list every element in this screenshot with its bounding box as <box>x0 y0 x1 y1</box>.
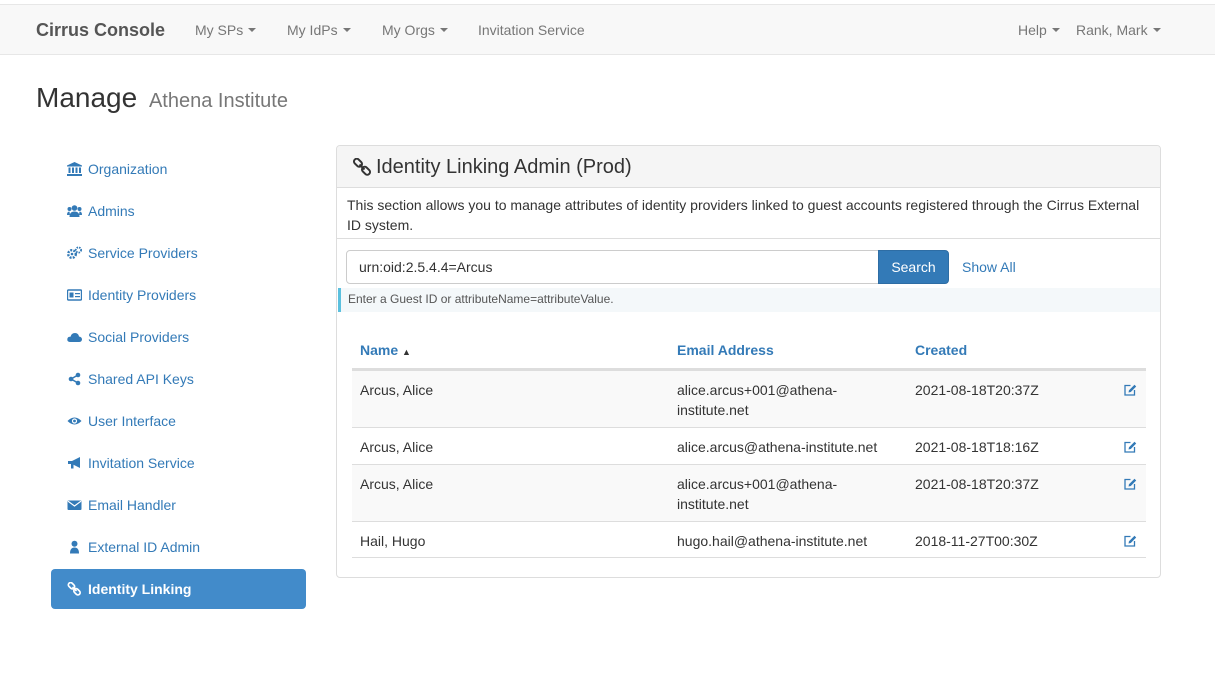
sidebar-item-label: Social Providers <box>88 329 190 345</box>
cell-created: 2021-08-18T18:16Z <box>915 439 1039 455</box>
table-row: Hail, Hugo hugo.hail@athena-institute.ne… <box>352 521 1146 558</box>
sidebar-item-label: External ID Admin <box>88 539 201 555</box>
sidebar-item-label: Service Providers <box>88 245 198 261</box>
sidebar-item-label: Email Handler <box>88 497 176 513</box>
bank-icon <box>67 162 82 176</box>
link-icon <box>352 157 372 179</box>
brand-link[interactable]: Cirrus Console <box>36 20 165 41</box>
cell-created: 2018-11-27T00:30Z <box>915 533 1038 549</box>
sidebar-item-user-interface[interactable]: User Interface <box>51 401 306 441</box>
column-header-name-label: Name <box>360 342 399 358</box>
nav-my-sps-label: My SPs <box>195 22 244 38</box>
table-row: Arcus, Alice alice.arcus+001@athena-inst… <box>352 370 1146 427</box>
eye-icon <box>67 414 82 428</box>
caret-down-icon <box>1051 28 1060 33</box>
sidebar-item-label: Shared API Keys <box>88 371 194 387</box>
sidebar-item-organization[interactable]: Organization <box>51 149 306 189</box>
caret-down-icon <box>342 28 351 33</box>
sidebar-item-shared-api-keys[interactable]: Shared API Keys <box>51 359 306 399</box>
panel-heading: Identity Linking Admin (Prod) <box>337 146 1160 188</box>
caret-down-icon <box>1152 28 1161 33</box>
sidebar-item-label: Admins <box>88 203 135 219</box>
cell-email: alice.arcus@athena-institute.net <box>677 437 877 457</box>
edit-icon[interactable] <box>1124 534 1137 550</box>
sidebar-item-label: Invitation Service <box>88 455 195 471</box>
sort-ascending-icon: ▲ <box>402 347 411 357</box>
search-button[interactable]: Search <box>878 250 949 284</box>
cell-email-line: hugo.hail@athena-institute.net <box>677 533 868 549</box>
sidebar-item-admins[interactable]: Admins <box>51 191 306 231</box>
panel-title: Identity Linking Admin (Prod) <box>376 156 632 178</box>
cell-email: alice.arcus+001@athena-institute.net <box>677 380 837 420</box>
edit-icon[interactable] <box>1124 477 1137 493</box>
nav-user-name: Rank, Mark <box>1076 22 1148 38</box>
cell-email-line: alice.arcus@athena-institute.net <box>677 439 878 455</box>
cell-name: Arcus, Alice <box>360 439 434 455</box>
edit-icon[interactable] <box>1124 383 1137 399</box>
cell-created: 2021-08-18T20:37Z <box>915 382 1039 398</box>
nav-help-label: Help <box>1018 22 1047 38</box>
caret-down-icon <box>439 28 448 33</box>
user-icon <box>67 540 82 554</box>
column-header-created[interactable]: Created <box>915 342 967 358</box>
nav-my-sps[interactable]: My SPs <box>195 22 257 38</box>
cell-name: Arcus, Alice <box>360 476 434 492</box>
nav-invitation-service-label: Invitation Service <box>478 22 585 38</box>
column-header-name[interactable]: Name ▲ <box>360 342 411 358</box>
identity-linking-panel: Identity Linking Admin (Prod) This secti… <box>336 145 1161 578</box>
id-card-icon <box>67 288 82 302</box>
caret-down-icon <box>248 28 257 33</box>
table-row: Arcus, Alice alice.arcus@athena-institut… <box>352 427 1146 464</box>
cell-created: 2021-08-18T20:37Z <box>915 476 1039 492</box>
cell-email-line: alice.arcus+001@athena- <box>677 476 838 492</box>
cell-email-line: alice.arcus+001@athena- <box>677 382 838 398</box>
column-header-email[interactable]: Email Address <box>677 342 774 358</box>
users-icon <box>67 204 82 218</box>
cell-email: hugo.hail@athena-institute.net <box>677 531 867 551</box>
sidebar-item-label: Organization <box>88 161 168 177</box>
nav-user-menu[interactable]: Rank, Mark <box>1076 22 1161 38</box>
link-icon <box>67 582 82 596</box>
cell-email: alice.arcus+001@athena-institute.net <box>677 474 837 514</box>
edit-icon[interactable] <box>1124 440 1137 456</box>
nav-my-orgs-label: My Orgs <box>382 22 435 38</box>
sidebar-item-identity-providers[interactable]: Identity Providers <box>51 275 306 315</box>
envelope-icon <box>67 498 82 512</box>
nav-invitation-service[interactable]: Invitation Service <box>478 22 585 38</box>
bullhorn-icon <box>67 456 82 470</box>
table-row: Arcus, Alice alice.arcus+001@athena-inst… <box>352 464 1146 521</box>
sidebar-item-service-providers[interactable]: Service Providers <box>51 233 306 273</box>
sidebar-item-invitation-service[interactable]: Invitation Service <box>51 443 306 483</box>
nav-my-idps[interactable]: My IdPs <box>287 22 351 38</box>
sidebar-item-identity-linking[interactable]: Identity Linking <box>51 569 306 609</box>
nav-my-orgs[interactable]: My Orgs <box>382 22 448 38</box>
sidebar-item-label: Identity Linking <box>88 581 192 597</box>
share-icon <box>67 372 82 386</box>
sidebar-item-social-providers[interactable]: Social Providers <box>51 317 306 357</box>
divider <box>337 238 1160 239</box>
cell-email-line: institute.net <box>677 402 749 418</box>
page-title: Manage Athena Institute <box>36 82 288 114</box>
sidebar-item-label: User Interface <box>88 413 176 429</box>
search-help-text: Enter a Guest ID or attributeName=attrib… <box>338 288 1160 312</box>
panel-description: This section allows you to manage attrib… <box>347 197 1140 233</box>
cogs-icon <box>67 246 82 260</box>
sidebar-item-email-handler[interactable]: Email Handler <box>51 485 306 525</box>
cell-name: Arcus, Alice <box>360 382 434 398</box>
page-title-text: Manage <box>36 82 138 113</box>
search-input[interactable] <box>346 250 879 284</box>
page-subtitle: Athena Institute <box>148 90 288 112</box>
cloud-icon <box>67 330 82 344</box>
cell-email-line: institute.net <box>677 496 749 512</box>
top-navbar: Cirrus Console My SPs My IdPs My Orgs In… <box>0 4 1215 55</box>
nav-my-idps-label: My IdPs <box>287 22 338 38</box>
show-all-link[interactable]: Show All <box>962 259 1016 275</box>
nav-help[interactable]: Help <box>1018 22 1060 38</box>
sidebar-item-label: Identity Providers <box>88 287 197 303</box>
cell-name: Hail, Hugo <box>360 533 426 549</box>
sidebar-item-external-id-admin[interactable]: External ID Admin <box>51 527 306 567</box>
